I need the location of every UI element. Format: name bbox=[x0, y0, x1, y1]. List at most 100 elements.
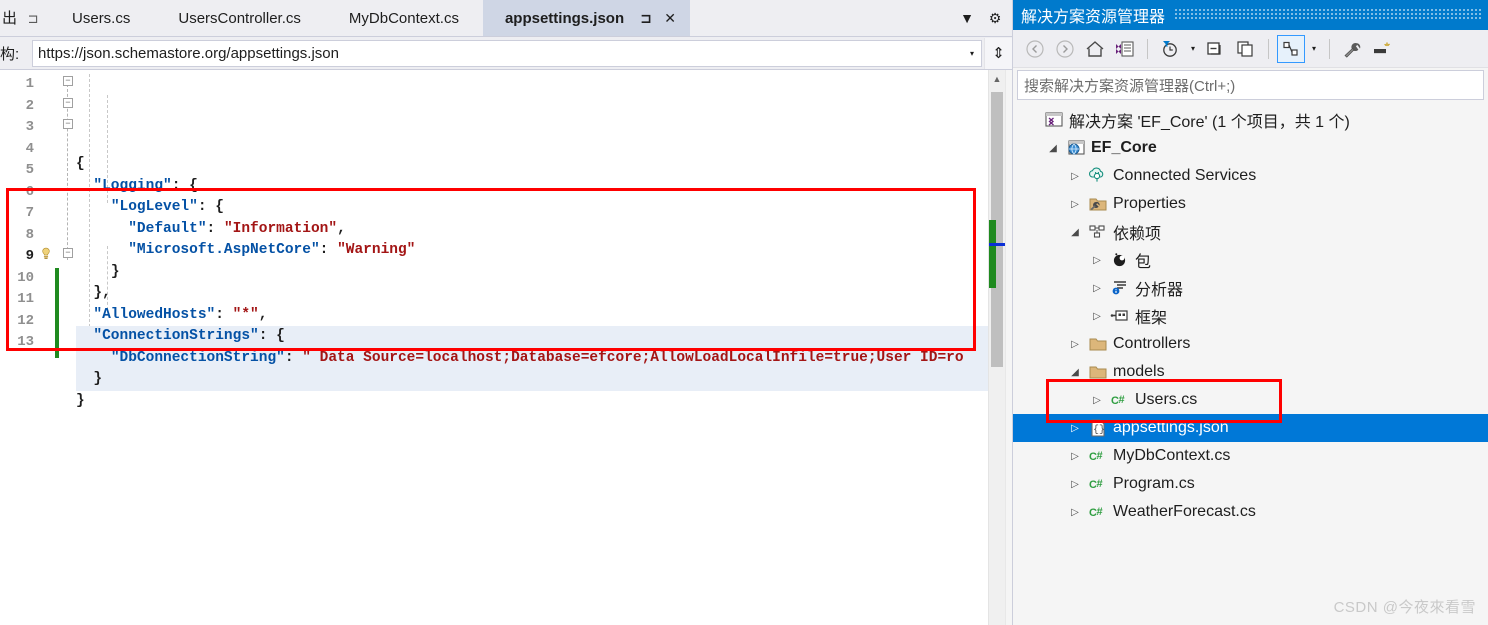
connected-services-icon bbox=[1085, 166, 1111, 186]
vs-properties-icon[interactable] bbox=[1111, 35, 1139, 63]
code-editor[interactable]: 1 2 3 4 5 6 7 8 9 10 11 12 13 − − − − {… bbox=[0, 70, 1012, 625]
fold-toggle-line3[interactable]: − bbox=[63, 119, 73, 129]
chevron-down-icon[interactable]: ▾ bbox=[963, 49, 981, 58]
code-token-str: "Information" bbox=[223, 220, 338, 237]
chevron-down-icon[interactable]: ◢ bbox=[1065, 367, 1085, 378]
code-token-punct: } bbox=[110, 263, 120, 280]
editor-tab-mydbcontext-cs[interactable]: MyDbContext.cs bbox=[324, 0, 483, 36]
forward-icon[interactable] bbox=[1051, 35, 1079, 63]
show-all-files-icon[interactable] bbox=[1232, 35, 1260, 63]
code-line-5[interactable]: "Microsoft.AspNetCore": "Warning" bbox=[76, 240, 988, 262]
fold-toggle-line1[interactable]: − bbox=[63, 76, 73, 86]
chevron-right-icon[interactable]: ▷ bbox=[1065, 507, 1085, 518]
chevron-right-icon[interactable]: ▷ bbox=[1087, 311, 1107, 322]
search-input[interactable]: 搜索解决方案资源管理器(Ctrl+;) bbox=[1017, 70, 1484, 100]
tree-item--[interactable]: ◢ 依赖项 bbox=[1013, 218, 1488, 246]
back-icon[interactable] bbox=[1021, 35, 1049, 63]
code-line-2[interactable]: "Logging": { bbox=[76, 176, 988, 198]
tree-item-label: Controllers bbox=[1113, 335, 1191, 352]
lightbulb-icon[interactable] bbox=[39, 246, 53, 262]
line-number-gutter: 1 2 3 4 5 6 7 8 9 10 11 12 13 bbox=[0, 70, 38, 625]
code-line-12[interactable]: } bbox=[76, 391, 988, 413]
tab-overflow-icon[interactable]: ▼ bbox=[956, 6, 978, 30]
dock-label: 出 bbox=[2, 9, 18, 27]
chevron-right-icon[interactable]: ▷ bbox=[1065, 339, 1085, 350]
code-line-10[interactable]: "DbConnectionString": " Data Source=loca… bbox=[76, 347, 988, 369]
code-token-key: "LogLevel" bbox=[110, 199, 198, 215]
tree-item-mydbcontext.cs[interactable]: ▷ C # MyDbContext.cs bbox=[1013, 442, 1488, 470]
code-line-9[interactable]: "ConnectionStrings": { bbox=[76, 326, 988, 348]
editor-pane: 出 ⊐ Users.cs UsersController.cs MyDbContex… bbox=[0, 0, 1012, 625]
code-line-13[interactable] bbox=[76, 412, 988, 434]
schema-combobox[interactable]: https://json.schemastore.org/appsettings… bbox=[32, 39, 982, 67]
dependencies-icon bbox=[1085, 222, 1111, 242]
tree-item-appsettings.json[interactable]: ▷ {} appsettings.json bbox=[1013, 414, 1488, 442]
scroll-up-arrow-icon[interactable]: ▲ bbox=[989, 70, 1005, 87]
view-dropdown-caret-icon[interactable]: ▾ bbox=[1307, 35, 1321, 63]
outlining-margin[interactable]: − − − − bbox=[60, 70, 76, 625]
tree-item-program.cs[interactable]: ▷ C # Program.cs bbox=[1013, 470, 1488, 498]
code-token-punct: { bbox=[76, 156, 85, 172]
tree-item-controllers[interactable]: ▷ Controllers bbox=[1013, 330, 1488, 358]
tab-pin-icon[interactable]: ⊐ bbox=[636, 7, 656, 29]
fold-toggle-line2[interactable]: − bbox=[63, 98, 73, 108]
tree-item-ef_core[interactable]: ◢ EF_Core bbox=[1013, 134, 1488, 162]
code-line-7[interactable]: }, bbox=[76, 283, 988, 305]
code-token-punct: : { bbox=[258, 328, 285, 344]
home-icon[interactable] bbox=[1081, 35, 1109, 63]
solution-icon bbox=[1041, 110, 1067, 130]
filter-dropdown-caret-icon[interactable]: ▾ bbox=[1186, 35, 1200, 63]
pending-changes-filter-icon[interactable] bbox=[1156, 35, 1184, 63]
code-line-8[interactable]: "AllowedHosts": "*", bbox=[76, 305, 988, 327]
chevron-right-icon[interactable]: ▷ bbox=[1065, 451, 1085, 462]
tree-item-models[interactable]: ◢ models bbox=[1013, 358, 1488, 386]
tree-item-label: 解决方案 'EF_Core' (1 个项目，共 1 个) bbox=[1069, 114, 1350, 131]
chevron-right-icon[interactable]: ▷ bbox=[1087, 395, 1107, 406]
code-line-1[interactable]: { bbox=[76, 154, 988, 176]
tree-item-users.cs[interactable]: ▷ C # Users.cs bbox=[1013, 386, 1488, 414]
tree-item--[interactable]: ▷ 分析器 bbox=[1013, 274, 1488, 302]
view-code-icon[interactable] bbox=[1277, 34, 1305, 63]
solution-tree[interactable]: 解决方案 'EF_Core' (1 个项目，共 1 个) ◢ EF_Core ▷ Con… bbox=[1013, 102, 1488, 625]
tree-item-properties[interactable]: ▷ Properties bbox=[1013, 190, 1488, 218]
tree-item--[interactable]: ▷ 框架 bbox=[1013, 302, 1488, 330]
code-text-surface[interactable]: { "Logging": { "LogLevel": { "Default": … bbox=[76, 70, 988, 625]
tab-close-icon[interactable]: ✕ bbox=[660, 7, 680, 29]
vertical-scrollbar[interactable]: ▲ bbox=[988, 70, 1005, 625]
chevron-right-icon[interactable]: ▷ bbox=[1065, 423, 1085, 434]
chevron-right-icon[interactable]: ▷ bbox=[1087, 255, 1107, 266]
collapse-all-icon[interactable] bbox=[1202, 35, 1230, 63]
code-token-punct: } bbox=[93, 371, 103, 387]
pin-icon[interactable]: ⊐ bbox=[22, 0, 44, 37]
code-line-6[interactable]: } bbox=[76, 262, 988, 284]
code-line-4[interactable]: "Default": "Information", bbox=[76, 219, 988, 241]
chevron-right-icon[interactable]: ▷ bbox=[1087, 283, 1107, 294]
tree-item--ef_core-1-1-[interactable]: 解决方案 'EF_Core' (1 个项目，共 1 个) bbox=[1013, 106, 1488, 134]
solution-explorer-title-bar: 解决方案资源管理器 bbox=[1013, 0, 1488, 30]
glyph-margin[interactable] bbox=[38, 70, 54, 625]
chevron-right-icon[interactable]: ▷ bbox=[1065, 199, 1085, 210]
preview-selected-items-icon[interactable] bbox=[1368, 35, 1396, 63]
chevron-down-icon[interactable]: ◢ bbox=[1065, 227, 1085, 238]
code-line-3[interactable]: "LogLevel": { bbox=[76, 197, 988, 219]
split-editor-icon[interactable]: ⇕ bbox=[984, 37, 1012, 69]
code-line-11[interactable]: } bbox=[76, 369, 988, 391]
editor-tab-users-cs[interactable]: Users.cs bbox=[48, 0, 155, 36]
scrollbar-track-outer[interactable] bbox=[1005, 70, 1012, 625]
chevron-right-icon[interactable]: ▷ bbox=[1065, 479, 1085, 490]
properties-wrench-icon[interactable] bbox=[1338, 35, 1366, 63]
toolbar-separator-3 bbox=[1329, 38, 1330, 59]
csharp-file-icon: C # bbox=[1085, 446, 1111, 466]
code-token-key: "AllowedHosts" bbox=[93, 306, 216, 323]
tree-item-connected-services[interactable]: ▷ Connected Services bbox=[1013, 162, 1488, 190]
gear-icon[interactable]: ⚙ bbox=[984, 6, 1006, 30]
editor-tab-appsettings-json[interactable]: appsettings.json ⊐ ✕ bbox=[482, 0, 691, 36]
chevron-down-icon[interactable]: ◢ bbox=[1043, 143, 1063, 154]
tree-item--[interactable]: ▷ 包 bbox=[1013, 246, 1488, 274]
fold-toggle-line9[interactable]: − bbox=[63, 248, 73, 258]
schema-input[interactable]: https://json.schemastore.org/appsettings… bbox=[33, 45, 963, 62]
editor-tab-userscontroller-cs[interactable]: UsersController.cs bbox=[154, 0, 325, 36]
chevron-right-icon[interactable]: ▷ bbox=[1065, 171, 1085, 182]
tree-item-weatherforecast.cs[interactable]: ▷ C # WeatherForecast.cs bbox=[1013, 498, 1488, 526]
